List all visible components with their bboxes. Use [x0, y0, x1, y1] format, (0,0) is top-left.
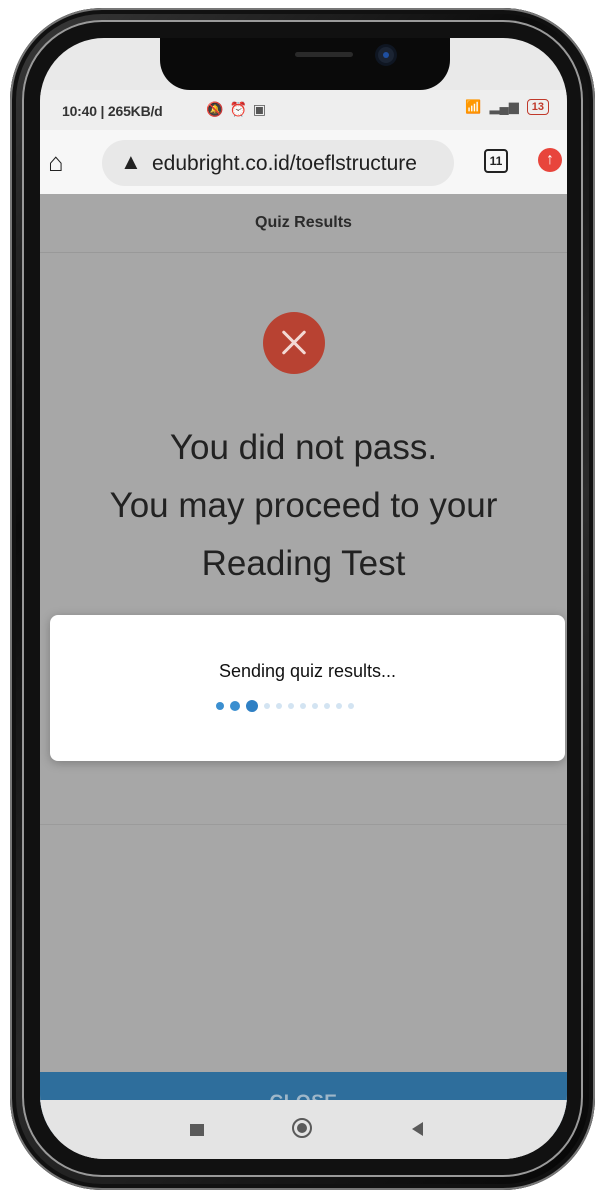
- speaker: [295, 52, 353, 57]
- modal-message: Sending quiz results...: [218, 661, 397, 681]
- loader-dot: [276, 703, 282, 709]
- home-circle-icon[interactable]: [292, 1118, 312, 1138]
- status-bar: 10:40 | 265KB/d 🔕 ⏰ ▣ 📶 ▂▄▆ 13: [40, 90, 567, 130]
- loader-dot: [324, 703, 330, 709]
- page-title: Quiz Results: [255, 214, 352, 231]
- loader-dot: [230, 701, 240, 711]
- close-x-icon: [263, 312, 325, 374]
- alarm-icon: ⏰: [229, 101, 247, 117]
- tabs-icon[interactable]: 11: [484, 149, 508, 173]
- result-line-1: You did not pass.: [169, 428, 438, 467]
- url-text[interactable]: edubright.co.id/toeflstructure: [152, 152, 417, 176]
- home-icon[interactable]: ⌂: [48, 148, 64, 176]
- loader-dot: [312, 703, 318, 709]
- phone-screen: 10:40 | 265KB/d 🔕 ⏰ ▣ 📶 ▂▄▆ 13 ⌂ ▲ edubr…: [40, 38, 567, 1159]
- signal-icon: ▂▄▆: [489, 99, 519, 114]
- loader-dot: [348, 703, 354, 709]
- back-icon[interactable]: [412, 1122, 423, 1136]
- loader-dot: [264, 703, 270, 709]
- browser-toolbar: ⌂ ▲ edubright.co.id/toeflstructure 11 ↑: [40, 130, 567, 194]
- result-line-2: You may proceed to your: [109, 486, 498, 525]
- mute-bell-icon: 🔕: [206, 101, 224, 117]
- result-line-3: Reading Test: [201, 544, 406, 583]
- notch: [160, 38, 450, 90]
- divider: [40, 824, 567, 825]
- android-nav-bar: [40, 1100, 567, 1159]
- battery-indicator: 13: [526, 99, 549, 115]
- loader-dot: [216, 702, 224, 710]
- wifi-icon: 📶: [465, 99, 482, 114]
- loader-dot: [246, 700, 258, 712]
- loader-dot: [288, 703, 294, 709]
- status-right: 📶 ▂▄▆ 13: [465, 99, 549, 115]
- status-time: 10:40 | 265KB/d: [62, 103, 163, 119]
- quiz-page: Quiz Results You did not pass. You may p…: [40, 194, 567, 1159]
- update-icon[interactable]: ↑: [538, 148, 562, 172]
- warning-icon[interactable]: ▲: [120, 149, 142, 175]
- loader-dot: [336, 703, 342, 709]
- loading-indicator: [216, 700, 354, 712]
- recents-icon[interactable]: [190, 1124, 204, 1136]
- front-camera: [378, 47, 394, 63]
- page-header: Quiz Results: [40, 194, 567, 253]
- loader-dot: [300, 703, 306, 709]
- address-bar[interactable]: ▲ edubright.co.id/toeflstructure: [102, 140, 454, 186]
- app-notification-icon: ▣: [252, 101, 267, 117]
- sending-modal: Sending quiz results...: [50, 615, 565, 761]
- status-notification-icons: 🔕 ⏰ ▣: [206, 101, 266, 118]
